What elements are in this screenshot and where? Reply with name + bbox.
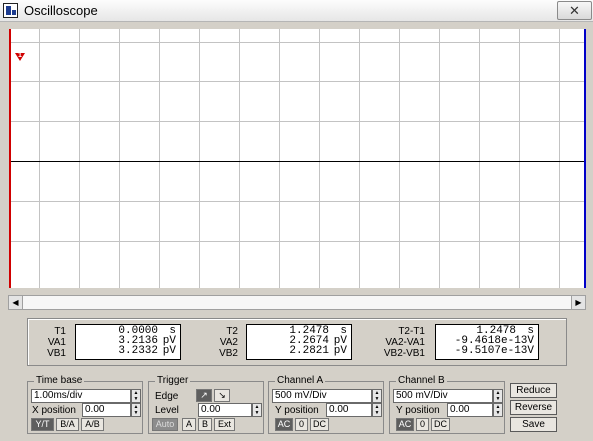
channel-a-group: Channel A 500 mV/Div ▲ ▼ Y position 0.00 …: [268, 375, 384, 434]
horizontal-scrollbar[interactable]: ◀ ▶: [8, 295, 586, 310]
ab-mode-button[interactable]: A/B: [81, 418, 104, 431]
timebase-group: Time base 1.00ms/div ▲ ▼ X position 0.00 …: [27, 375, 143, 434]
channel-b-scale-field[interactable]: 500 mV/Div: [393, 389, 493, 403]
arrow-right-icon[interactable]: ▶: [571, 296, 585, 309]
vb2-unit: pV: [333, 345, 347, 357]
vertical-gridline: [239, 29, 240, 288]
signal-trace: [11, 161, 584, 162]
vertical-gridline: [79, 29, 80, 288]
horizontal-gridline: [11, 121, 584, 122]
vertical-gridline: [119, 29, 120, 288]
falling-edge-icon[interactable]: ↘: [214, 389, 230, 402]
close-button[interactable]: ✕: [557, 1, 592, 20]
channel-b-dc-button[interactable]: DC: [431, 418, 450, 431]
timebase-title: Time base: [34, 375, 85, 386]
level-label: Level: [155, 405, 179, 416]
va2-label: VA2: [219, 337, 238, 348]
reverse-button[interactable]: Reverse: [510, 400, 557, 415]
vertical-gridline: [399, 29, 400, 288]
edge-label: Edge: [155, 391, 179, 402]
arrow-left-icon[interactable]: ◀: [9, 296, 23, 309]
vertical-gridline: [279, 29, 280, 288]
window-title: Oscilloscope: [24, 3, 98, 18]
cursor-1-marker[interactable]: 1: [15, 52, 25, 61]
rising-edge-icon[interactable]: ↗: [196, 389, 212, 402]
cursor-1-label: 1: [18, 52, 22, 59]
channel-a-ypos-label: Y position: [275, 405, 319, 416]
readout-box-3: 1.2478 s -9.4618e-13V -9.5107e-13V: [435, 324, 539, 360]
channel-b-scale-spinner[interactable]: ▲ ▼: [493, 389, 503, 403]
timebase-spinner[interactable]: ▲ ▼: [131, 389, 141, 403]
vb1-label: VB1: [47, 348, 66, 359]
channel-b-group: Channel B 500 mV/Div ▲ ▼ Y position 0.00 …: [389, 375, 505, 434]
dvb-label: VB2-VB1: [383, 348, 425, 359]
channel-a-scale-field[interactable]: 500 mV/Div: [272, 389, 372, 403]
title-bar: Oscilloscope ✕: [0, 0, 593, 22]
horizontal-gridline: [11, 201, 584, 202]
vertical-gridline: [439, 29, 440, 288]
dva-label: VA2-VA1: [385, 337, 425, 348]
horizontal-gridline: [11, 241, 584, 242]
readout-box-2: 1.2478 s 2.2674 pV 2.2821 pV: [246, 324, 352, 360]
channel-a-title: Channel A: [275, 375, 326, 386]
trigger-auto-button[interactable]: Auto: [152, 418, 178, 431]
channel-a-ac-button[interactable]: AC: [275, 418, 293, 431]
vb1-unit: pV: [162, 345, 176, 357]
channel-b-ac-button[interactable]: AC: [396, 418, 414, 431]
trigger-b-button[interactable]: B: [198, 418, 212, 431]
readout-box-1: 0.0000 s 3.2136 pV 3.2332 pV: [75, 324, 181, 360]
reduce-button[interactable]: Reduce: [510, 383, 557, 398]
t1-label: T1: [54, 326, 66, 337]
x-position-spinner[interactable]: ▲ ▼: [131, 403, 141, 417]
channel-b-ypos-label: Y position: [396, 405, 440, 416]
vertical-gridline: [359, 29, 360, 288]
channel-b-zero-button[interactable]: 0: [416, 418, 429, 431]
channel-a-ypos-spinner[interactable]: ▲ ▼: [372, 403, 382, 417]
trigger-level-field[interactable]: 0.00: [198, 403, 252, 417]
vertical-gridline: [519, 29, 520, 288]
x-position-field[interactable]: 0.00: [82, 403, 131, 417]
channel-b-ypos-spinner[interactable]: ▲ ▼: [493, 403, 503, 417]
t2-label: T2: [226, 326, 238, 337]
horizontal-gridline: [11, 81, 584, 82]
x-position-label: X position: [32, 405, 76, 416]
channel-b-title: Channel B: [396, 375, 447, 386]
channel-a-zero-button[interactable]: 0: [295, 418, 308, 431]
va1-label: VA1: [47, 337, 66, 348]
horizontal-gridline: [11, 42, 584, 43]
vertical-gridline: [159, 29, 160, 288]
scrollbar-thumb[interactable]: [23, 296, 571, 309]
vertical-gridline: [199, 29, 200, 288]
vertical-gridline: [39, 29, 40, 288]
readout-panel: T1 VA1 VB1 0.0000 s 3.2136 pV 3.2332 pV T2 …: [27, 318, 567, 366]
trigger-title: Trigger: [155, 375, 191, 386]
vertical-gridline: [559, 29, 560, 288]
yt-mode-button[interactable]: Y/T: [31, 418, 54, 431]
oscilloscope-icon: [3, 3, 18, 18]
channel-b-ypos-field[interactable]: 0.00: [447, 403, 493, 417]
oscilloscope-screen: 1 2: [9, 29, 586, 288]
vb1-value: 3.2332: [118, 345, 158, 357]
channel-a-ypos-field[interactable]: 0.00: [326, 403, 372, 417]
vertical-gridline: [479, 29, 480, 288]
trigger-level-spinner[interactable]: ▲ ▼: [252, 403, 262, 417]
save-button[interactable]: Save: [510, 417, 557, 432]
timebase-scale-field[interactable]: 1.00ms/div: [31, 389, 131, 403]
trigger-a-button[interactable]: A: [182, 418, 196, 431]
vb2-value: 2.2821: [289, 345, 329, 357]
trigger-group: Trigger Edge ↗ ↘ Level 0.00 ▲ ▼ Auto A B …: [148, 375, 264, 434]
vertical-gridline: [319, 29, 320, 288]
dvb-value: -9.5107e-13V: [454, 345, 534, 357]
dt-label: T2-T1: [398, 326, 425, 337]
channel-a-scale-spinner[interactable]: ▲ ▼: [372, 389, 382, 403]
channel-a-dc-button[interactable]: DC: [310, 418, 329, 431]
ba-mode-button[interactable]: B/A: [56, 418, 79, 431]
vb2-label: VB2: [219, 348, 238, 359]
trigger-ext-button[interactable]: Ext: [214, 418, 235, 431]
